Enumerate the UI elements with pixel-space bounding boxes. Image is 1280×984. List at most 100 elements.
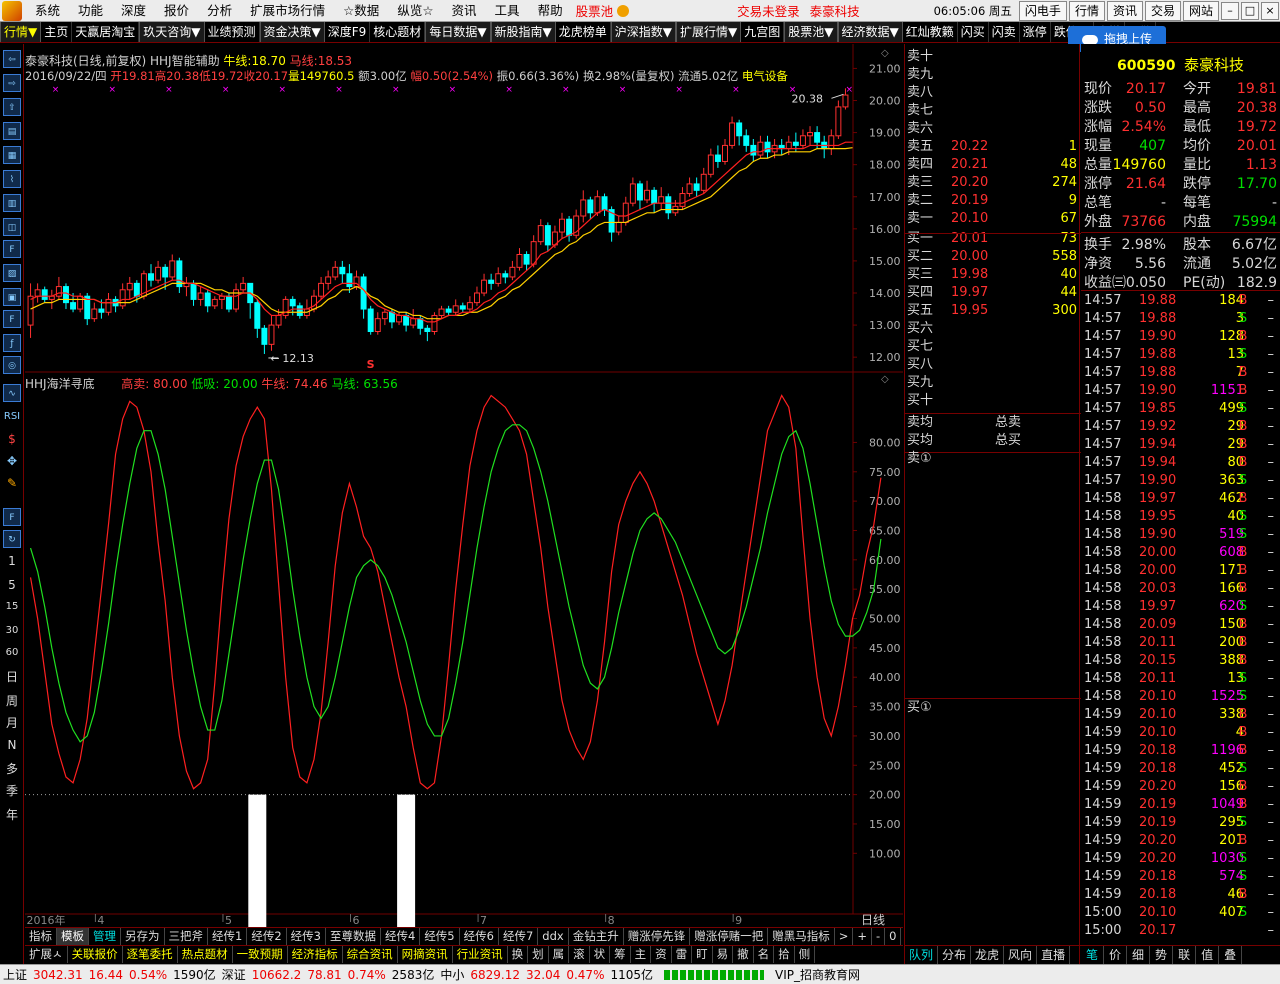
info-tab[interactable]: 拾 bbox=[774, 946, 795, 963]
tab-price[interactable]: 价 bbox=[1104, 946, 1128, 964]
tab-detail[interactable]: 细 bbox=[1127, 946, 1151, 964]
toolbar-taobao[interactable]: 天赢居淘宝 bbox=[72, 22, 140, 42]
buy-level-row[interactable]: 买五 19.95 300 bbox=[905, 302, 1081, 320]
tab-value[interactable]: 值 bbox=[1196, 946, 1220, 964]
menu-item-help[interactable]: 帮助 bbox=[529, 0, 572, 22]
stock-pool-icon[interactable] bbox=[617, 4, 630, 17]
buy-level-row[interactable]: 买九 bbox=[905, 374, 1081, 392]
buy-level-row[interactable]: 买六 bbox=[905, 320, 1081, 338]
info-tab[interactable]: 经济指标 bbox=[288, 946, 343, 963]
sell-level-row[interactable]: 卖六 bbox=[905, 120, 1081, 138]
tab-trend[interactable]: 势 bbox=[1150, 946, 1174, 964]
indicator-tab[interactable]: ddx bbox=[538, 928, 569, 945]
toolbar-daily-data[interactable]: 每日数据▼ bbox=[425, 22, 491, 42]
info-tab[interactable]: 综合资讯 bbox=[343, 946, 398, 963]
period-day[interactable]: 日 bbox=[3, 668, 21, 686]
indicator-tab[interactable]: 经传5 bbox=[420, 928, 460, 945]
kline-sector[interactable]: 电气设备 bbox=[742, 69, 788, 83]
toolbar-tutorial[interactable]: 红灿教籁 bbox=[903, 22, 958, 42]
indicator-tab[interactable]: 0 bbox=[885, 928, 902, 945]
info-tab[interactable]: 状 bbox=[590, 946, 611, 963]
indicator-tab[interactable]: 经传3 bbox=[287, 928, 326, 945]
arrow-right-icon[interactable]: ⇨ bbox=[3, 74, 21, 92]
toolbar-nine-grid[interactable]: 九宫图 bbox=[741, 22, 785, 42]
indicator-tab[interactable]: 金钻主升 bbox=[569, 928, 624, 945]
menu-item-overview[interactable]: 纵览☆ bbox=[388, 0, 442, 22]
toolbar-forecast[interactable]: 业绩预测 bbox=[205, 22, 260, 42]
tab-wind[interactable]: 风向 bbox=[1004, 946, 1038, 964]
toolbar-quote-dropdown[interactable]: 行情▼ bbox=[0, 22, 42, 42]
sz-index-label[interactable]: 深证 bbox=[219, 966, 249, 983]
indicator-tab[interactable]: 管理 bbox=[89, 928, 121, 945]
target-icon[interactable]: ◎ bbox=[3, 356, 21, 374]
sell-level-row[interactable]: 卖七 bbox=[905, 102, 1081, 120]
stock-list-icon[interactable]: ▤ bbox=[3, 122, 21, 140]
zx-index-label[interactable]: 中小 bbox=[437, 966, 467, 983]
indicator-tab[interactable]: - bbox=[872, 928, 886, 945]
line-chart-icon[interactable]: ⌇ bbox=[3, 170, 21, 188]
trade-login-status[interactable]: 交易未登录 bbox=[737, 1, 800, 20]
toolbar-ipo-guide[interactable]: 新股指南▼ bbox=[490, 22, 556, 42]
toolbar-dragon-tiger[interactable]: 龙虎榜单 bbox=[556, 22, 611, 42]
flash-trade-button[interactable]: 闪电手 bbox=[1018, 0, 1067, 21]
close-icon[interactable]: × bbox=[1261, 1, 1279, 20]
menu-item-data[interactable]: ☆数据 bbox=[334, 0, 388, 22]
refresh-icon[interactable]: ↻ bbox=[3, 530, 21, 548]
indicator-tab[interactable]: 经传7 bbox=[499, 928, 539, 945]
sell-level-row[interactable]: 卖八 bbox=[905, 84, 1081, 102]
info-tab[interactable]: 侧 bbox=[795, 946, 816, 963]
toolbar-core-theme[interactable]: 核心题材 bbox=[370, 22, 426, 42]
info-tab[interactable]: 行业资讯 bbox=[453, 946, 508, 963]
menu-item-news[interactable]: 资讯 bbox=[443, 0, 486, 22]
toolbar-consult[interactable]: 玖天咨询▼ bbox=[139, 22, 205, 42]
period-week[interactable]: 周 bbox=[3, 692, 21, 710]
quote-button[interactable]: 行情 bbox=[1068, 0, 1105, 21]
indicator-icon[interactable]: ∿ bbox=[3, 384, 21, 402]
info-tab[interactable]: 主 bbox=[631, 946, 652, 963]
info-tab[interactable]: 名 bbox=[754, 946, 775, 963]
indicator-tab[interactable]: 赠涨停赌一把 bbox=[690, 928, 769, 945]
period-n[interactable]: N bbox=[3, 736, 21, 754]
website-button[interactable]: 网站 bbox=[1182, 0, 1219, 21]
info-tab[interactable]: 资 bbox=[651, 946, 672, 963]
move-icon[interactable]: ✥ bbox=[3, 452, 21, 470]
period-1min[interactable]: 1 bbox=[3, 552, 21, 570]
buy-level-row[interactable]: 买三 19.98 40 bbox=[905, 266, 1081, 284]
sh-index-label[interactable]: 上证 bbox=[0, 966, 30, 983]
stock-pool-link[interactable]: 股票池 bbox=[572, 1, 618, 20]
indicator-tab[interactable]: 经传4 bbox=[381, 928, 421, 945]
sell-level-row[interactable]: 卖九 bbox=[905, 66, 1081, 84]
f5-icon[interactable]: F bbox=[3, 508, 21, 526]
toolbar-depth[interactable]: 深度F9 bbox=[325, 22, 371, 42]
vip-label[interactable]: VIP_招商教育网 bbox=[772, 966, 863, 983]
sell-level-row[interactable]: 卖一 20.10 67 bbox=[905, 210, 1081, 228]
info-tab[interactable]: 雷 bbox=[672, 946, 693, 963]
sell-level-row[interactable]: 卖二 20.19 9 bbox=[905, 192, 1081, 210]
f12-icon[interactable]: F bbox=[3, 310, 21, 328]
chart-area[interactable]: ◇ ◇ 21.00 20.00 19.00 18.00 17.00 16.00 15.00 14.… bbox=[24, 44, 903, 942]
period-30min[interactable]: 30 bbox=[3, 622, 21, 640]
menu-item-tools[interactable]: 工具 bbox=[486, 0, 529, 22]
period-5min[interactable]: 5 bbox=[3, 576, 21, 594]
tab-overlay[interactable]: 叠 bbox=[1219, 946, 1243, 964]
indicator-tab[interactable]: 另存为 bbox=[121, 928, 165, 945]
menu-item-quote[interactable]: 报价 bbox=[155, 0, 198, 22]
period-year[interactable]: 年 bbox=[3, 806, 21, 824]
chart-canvas[interactable]: ◇ ◇ 21.00 20.00 19.00 18.00 17.00 16.00 15.00 14.… bbox=[24, 44, 903, 942]
menu-item-function[interactable]: 功能 bbox=[69, 0, 112, 22]
period-quarter[interactable]: 季 bbox=[3, 782, 21, 800]
rsi-button[interactable]: RSI bbox=[3, 408, 21, 426]
tab-queue[interactable]: 队列 bbox=[905, 946, 939, 964]
minimize-icon[interactable]: – bbox=[1221, 1, 1239, 20]
indicator-tab[interactable]: > bbox=[835, 928, 854, 945]
menu-item-system[interactable]: 系统 bbox=[26, 0, 69, 22]
tab-related[interactable]: 联 bbox=[1173, 946, 1197, 964]
toolbar-econ-data[interactable]: 经济数据▼ bbox=[837, 22, 903, 42]
arrow-left-icon[interactable]: ⇦ bbox=[3, 50, 21, 68]
grid-icon[interactable]: ▦ bbox=[3, 146, 21, 164]
news-button[interactable]: 资讯 bbox=[1106, 0, 1143, 21]
indicator-tab[interactable]: + bbox=[853, 928, 872, 945]
menu-item-depth[interactable]: 深度 bbox=[112, 0, 155, 22]
buy-level-row[interactable]: 买八 bbox=[905, 356, 1081, 374]
sell-level-row[interactable]: 卖三 20.20 274 bbox=[905, 174, 1081, 192]
